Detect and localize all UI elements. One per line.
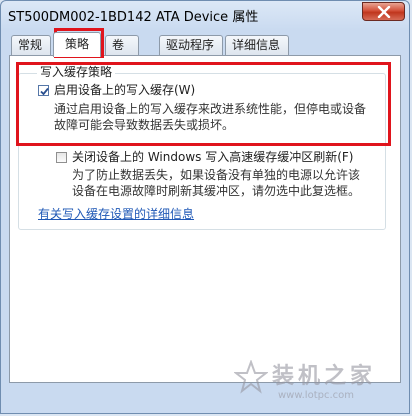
disable-flush-label[interactable]: 关闭设备上的 Windows 写入高速缓存缓冲区刷新(F) [72, 149, 353, 166]
tab-driver[interactable]: 驱动程序 [159, 35, 223, 55]
tab-details[interactable]: 详细信息 [225, 35, 289, 55]
checkmark-icon [40, 87, 49, 96]
enable-write-cache-desc-2: 故障可能会导致数据丢失或损坏。 [54, 118, 235, 132]
watermark-site: www.lotpc.com [278, 390, 354, 401]
write-cache-group-title: 写入缓存策略 [37, 64, 116, 80]
star-logo-icon [234, 360, 268, 394]
write-cache-details-link[interactable]: 有关写入缓存设置的详细信息 [38, 206, 194, 222]
close-icon [377, 5, 390, 18]
enable-write-cache-desc-1: 通过启用设备上的写入缓存来改进系统性能，但停电或设备 [54, 102, 367, 116]
tab-policies[interactable]: 策略 [53, 32, 101, 57]
tab-volumes[interactable]: 卷 [105, 35, 139, 55]
enable-write-cache-label[interactable]: 启用设备上的写入缓存(W) [54, 82, 195, 99]
close-button[interactable] [362, 2, 405, 21]
disable-flush-desc-2: 设备在电源故障时刷新其缓冲区，请勿选中此复选框。 [72, 184, 361, 198]
disable-flush-checkbox[interactable] [56, 152, 67, 163]
tab-general[interactable]: 常规 [11, 35, 51, 55]
disable-flush-desc-1: 为了防止数据丢失，如果设备没有单独的电源以允许该 [72, 168, 361, 182]
watermark-brand: 装机之家 [272, 364, 377, 389]
window-title: ST500DM002-1BD142 ATA Device 属性 [8, 10, 259, 25]
enable-write-cache-checkbox[interactable] [38, 85, 49, 96]
watermark: 装机之家 www.lotpc.com [234, 358, 410, 414]
title-bar[interactable]: ST500DM002-1BD142 ATA Device 属性 [1, 1, 409, 27]
tab-strip: 常规 策略 卷 驱动程序 详细信息 [9, 32, 401, 57]
